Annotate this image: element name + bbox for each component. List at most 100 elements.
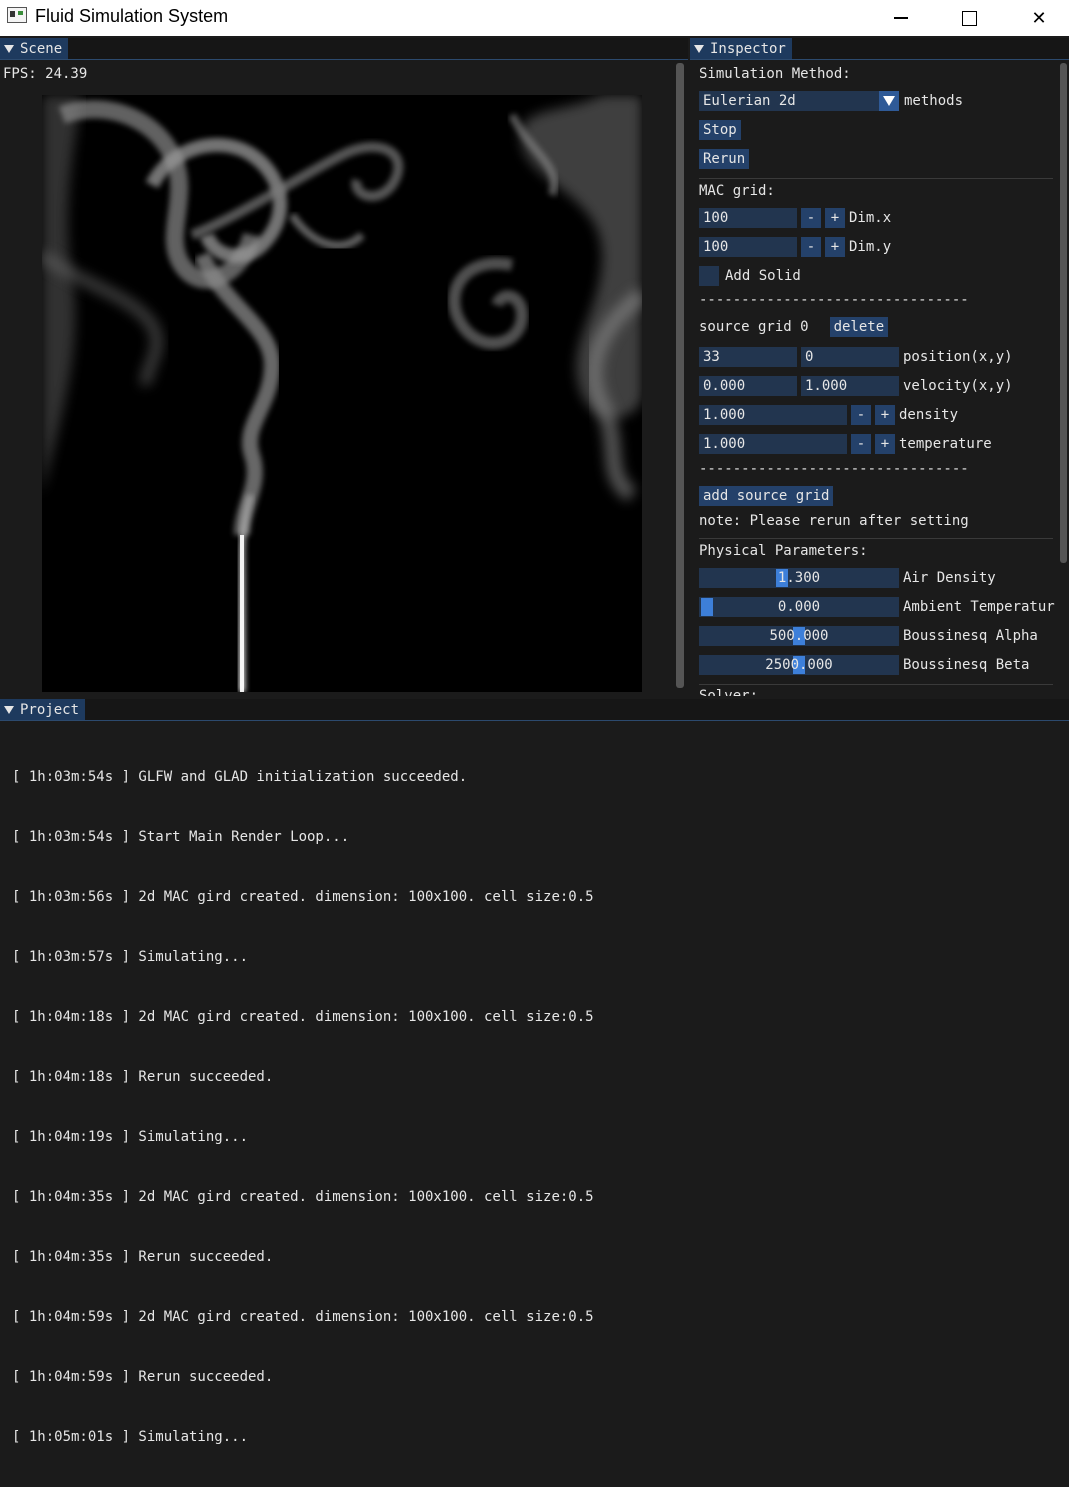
temperature-input[interactable]: 1.000 xyxy=(699,434,847,454)
scene-panel: Scene FPS: 24.39 xyxy=(0,38,688,696)
method-row: Eulerian 2d methods xyxy=(699,91,963,111)
ambient-temperature-slider[interactable]: 0.000 xyxy=(699,597,899,617)
stop-row: Stop xyxy=(699,120,741,140)
alpha-label: Boussinesq Alpha xyxy=(903,628,1038,644)
separator xyxy=(699,684,1053,685)
minimize-icon xyxy=(894,17,908,19)
position-label: position(x,y) xyxy=(903,349,1013,365)
boussinesq-beta-slider[interactable]: 2500.000 xyxy=(699,655,899,675)
log-line: [ 1h:03m:54s ] Start Main Render Loop... xyxy=(12,829,350,845)
separator xyxy=(699,178,1053,179)
add-source-grid-button[interactable]: add source grid xyxy=(699,486,834,506)
slider-grab[interactable] xyxy=(701,598,713,616)
density-input[interactable]: 1.000 xyxy=(699,405,847,425)
collapse-arrow-icon[interactable] xyxy=(4,705,14,714)
log-line: [ 1h:03m:56s ] 2d MAC gird created. dime… xyxy=(12,889,594,905)
method-suffix: methods xyxy=(904,93,964,109)
log-line: [ 1h:04m:18s ] Rerun succeeded. xyxy=(12,1069,274,1085)
temperature-plus-button[interactable]: + xyxy=(875,434,895,454)
temperature-label: temperature xyxy=(899,436,992,452)
log-line: [ 1h:03m:57s ] Simulating... xyxy=(12,949,249,965)
project-header: Project xyxy=(0,699,1069,721)
boussinesq-alpha-slider[interactable]: 500.000 xyxy=(699,626,899,646)
tab-scene-label: Scene xyxy=(20,40,63,57)
rerun-note: note: Please rerun after setting xyxy=(699,513,969,529)
temperature-minus-button[interactable]: - xyxy=(851,434,871,454)
stop-button[interactable]: Stop xyxy=(699,120,741,140)
tab-scene[interactable]: Scene xyxy=(0,38,69,59)
tab-project-label: Project xyxy=(20,701,80,718)
add-solid-label: Add Solid xyxy=(725,268,801,284)
maximize-icon xyxy=(961,10,977,26)
app-icon xyxy=(7,7,27,23)
log-line: [ 1h:04m:19s ] Simulating... xyxy=(12,1129,249,1145)
minimize-button[interactable] xyxy=(866,0,936,36)
solver-label: Solver: xyxy=(699,688,759,696)
density-plus-button[interactable]: + xyxy=(875,405,895,425)
inspector-panel: Inspector Simulation Method: Eulerian 2d… xyxy=(690,38,1069,696)
source-grid-row: source grid 0 delete xyxy=(699,317,889,337)
close-button[interactable]: ✕ xyxy=(1004,0,1069,36)
velocity-row: 0.000 1.000 velocity(x,y) xyxy=(699,376,1013,396)
title-bar: Fluid Simulation System ✕ xyxy=(0,0,1069,36)
position-row: 33 0 position(x,y) xyxy=(699,347,1013,367)
density-row: 1.000 - + density xyxy=(699,405,958,425)
air-density-slider[interactable]: 1.300 xyxy=(699,568,899,588)
delete-button[interactable]: delete xyxy=(829,317,889,337)
tab-project[interactable]: Project xyxy=(0,699,86,720)
chevron-down-icon[interactable] xyxy=(879,91,899,111)
dimx-label: Dim.x xyxy=(849,210,892,226)
velocity-label: velocity(x,y) xyxy=(903,378,1013,394)
inspector-scrollbar[interactable] xyxy=(1060,63,1067,563)
method-select[interactable]: Eulerian 2d xyxy=(699,91,879,111)
log-output: [ 1h:03m:54s ] GLFW and GLAD initializat… xyxy=(12,727,594,1487)
fps-counter: FPS: 24.39 xyxy=(3,66,88,82)
inspector-header: Inspector xyxy=(690,38,1069,60)
dimy-minus-button[interactable]: - xyxy=(801,237,821,257)
ambient-label: Ambient Temperatur xyxy=(903,599,1055,615)
rerun-button[interactable]: Rerun xyxy=(699,149,750,169)
separator xyxy=(699,538,1053,539)
position-x-input[interactable]: 33 xyxy=(699,347,797,367)
window-title: Fluid Simulation System xyxy=(35,6,229,26)
dimy-label: Dim.y xyxy=(849,239,892,255)
air-density-row: 1.300 Air Density xyxy=(699,568,996,588)
dimx-input[interactable]: 100 xyxy=(699,208,797,228)
density-minus-button[interactable]: - xyxy=(851,405,871,425)
beta-label: Boussinesq Beta xyxy=(903,657,1030,673)
rerun-row: Rerun xyxy=(699,149,750,169)
collapse-arrow-icon[interactable] xyxy=(4,44,14,53)
source-grid-label: source grid 0 xyxy=(699,319,809,335)
project-panel: Project [ 1h:03m:54s ] GLFW and GLAD ini… xyxy=(0,699,1069,1445)
air-density-value: 1.300 xyxy=(777,570,821,586)
close-icon: ✕ xyxy=(1031,7,1047,28)
tab-inspector-label: Inspector xyxy=(710,40,786,57)
add-solid-checkbox[interactable] xyxy=(699,266,719,286)
dimy-row: 100 - + Dim.y xyxy=(699,237,891,257)
add-solid-row: Add Solid xyxy=(699,266,801,286)
dimx-plus-button[interactable]: + xyxy=(825,208,845,228)
dimx-row: 100 - + Dim.x xyxy=(699,208,891,228)
log-line: [ 1h:03m:54s ] GLFW and GLAD initializat… xyxy=(12,769,468,785)
sim-method-label: Simulation Method: xyxy=(699,66,851,82)
collapse-arrow-icon[interactable] xyxy=(694,44,704,53)
dimx-minus-button[interactable]: - xyxy=(801,208,821,228)
dimy-input[interactable]: 100 xyxy=(699,237,797,257)
temperature-row: 1.000 - + temperature xyxy=(699,434,992,454)
velocity-x-input[interactable]: 0.000 xyxy=(699,376,797,396)
log-line: [ 1h:04m:59s ] 2d MAC gird created. dime… xyxy=(12,1309,594,1325)
maximize-button[interactable] xyxy=(934,0,1004,36)
position-y-input[interactable]: 0 xyxy=(801,347,899,367)
tab-inspector[interactable]: Inspector xyxy=(690,38,792,59)
alpha-value: 500.000 xyxy=(769,628,829,644)
smoke-render xyxy=(42,95,642,692)
scene-scrollbar[interactable] xyxy=(676,63,684,688)
dimy-plus-button[interactable]: + xyxy=(825,237,845,257)
velocity-y-input[interactable]: 1.000 xyxy=(801,376,899,396)
log-line: [ 1h:04m:59s ] Rerun succeeded. xyxy=(12,1369,274,1385)
log-line: [ 1h:04m:18s ] 2d MAC gird created. dime… xyxy=(12,1009,594,1025)
beta-row: 2500.000 Boussinesq Beta xyxy=(699,655,1029,675)
simulation-viewport[interactable] xyxy=(42,95,642,692)
log-line: [ 1h:05m:01s ] Simulating... xyxy=(12,1429,249,1445)
scene-header: Scene xyxy=(0,38,688,60)
